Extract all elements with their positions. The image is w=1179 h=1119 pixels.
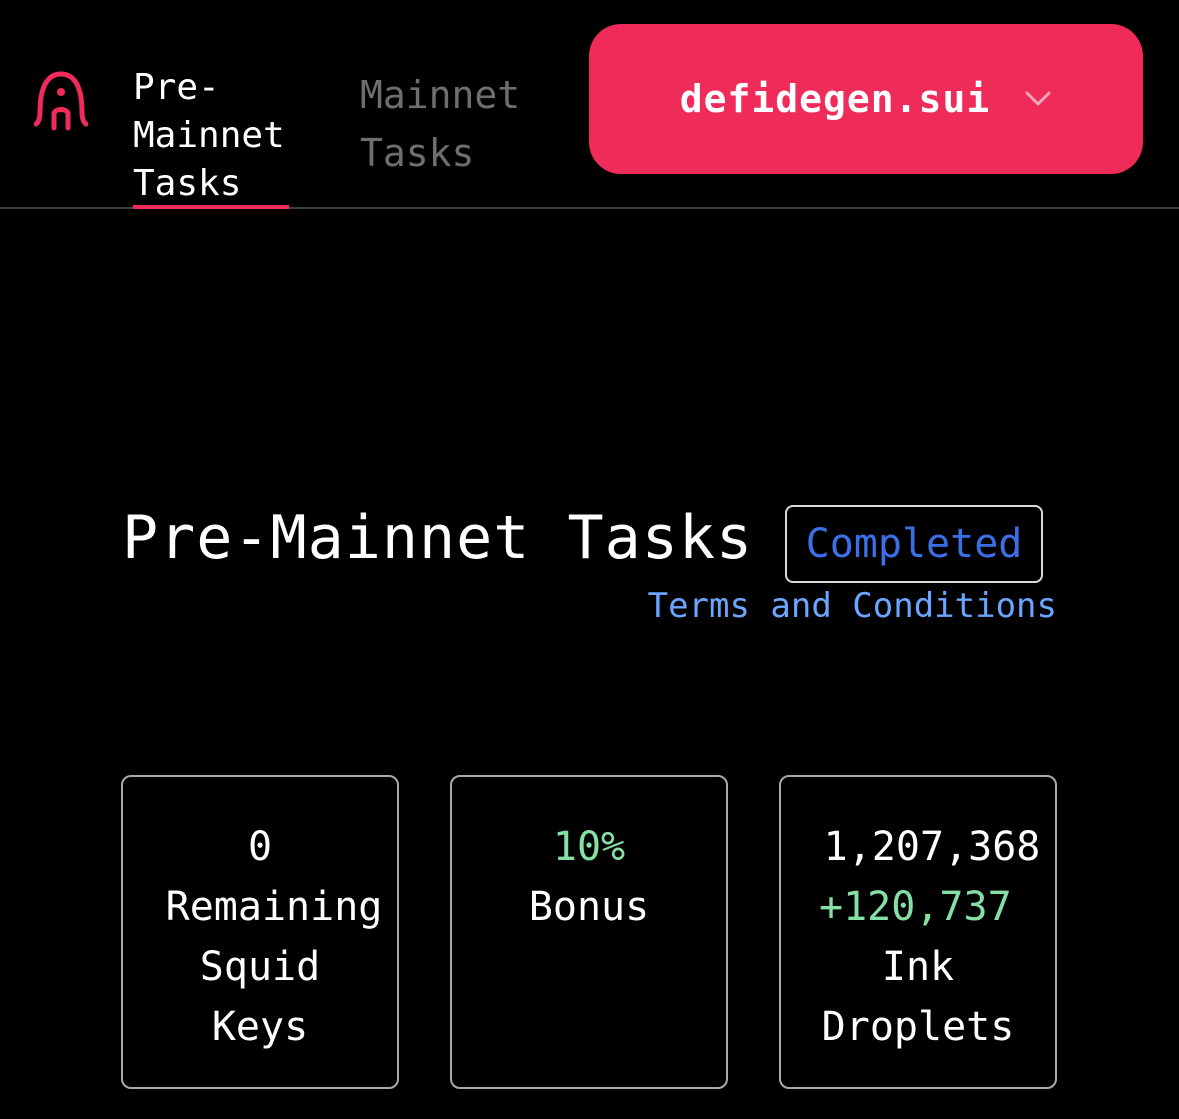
remaining-keys-label-line-1: Remaining — [165, 884, 383, 930]
status-badge-label: Completed — [805, 521, 1023, 567]
tab-mainnet-tasks[interactable]: Mainnet Tasks — [360, 66, 550, 182]
squid-logo-icon[interactable] — [34, 68, 88, 132]
bonus-label: Bonus — [528, 884, 650, 930]
wallet-account-button[interactable]: defidegen.sui — [589, 24, 1143, 174]
page-title: Pre-Mainnet Tasks — [122, 503, 754, 573]
wallet-name: defidegen.sui — [679, 77, 991, 121]
remaining-keys-value: 0 — [247, 824, 273, 870]
ink-droplets-delta: +120,737 — [819, 884, 1012, 930]
bonus-card: 10% Bonus — [450, 775, 728, 1089]
ink-droplets-label-line-1: Ink — [881, 944, 955, 990]
bonus-value: 10% — [552, 824, 626, 870]
active-tab-indicator — [133, 205, 289, 209]
ink-droplets-card: 1,207,368 +120,737 Ink Droplets — [779, 775, 1057, 1089]
chevron-down-icon — [1025, 91, 1051, 106]
remaining-keys-label-line-2: Squid — [199, 944, 321, 990]
ink-droplets-value: 1,207,368 — [823, 824, 1041, 870]
terms-and-conditions-link[interactable]: Terms and Conditions — [648, 584, 1057, 628]
ink-droplets-label-line-2: Droplets — [821, 1004, 1015, 1050]
status-badge: Completed — [785, 505, 1043, 583]
tab-pre-mainnet-tasks[interactable]: Pre-Mainnet Tasks — [133, 64, 293, 208]
top-navigation-bar: Pre-Mainnet Tasks Mainnet Tasks defidege… — [0, 0, 1179, 209]
remaining-squid-keys-card: 0 Remaining Squid Keys — [121, 775, 399, 1089]
remaining-keys-label-line-3: Keys — [211, 1004, 309, 1050]
